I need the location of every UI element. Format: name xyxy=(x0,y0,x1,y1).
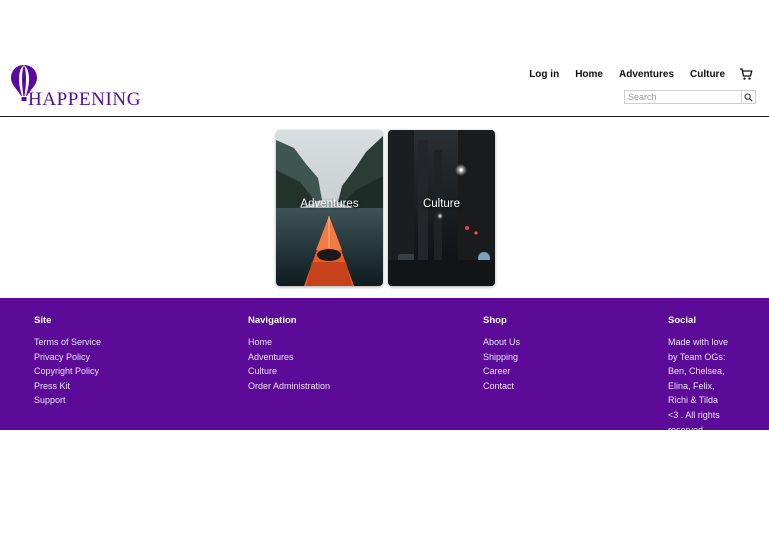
card-adventures[interactable]: Adventures xyxy=(276,130,383,286)
footer-link[interactable]: Support xyxy=(34,393,101,408)
magnifier-icon xyxy=(744,92,753,102)
card-label: Culture xyxy=(422,198,461,210)
footer-link[interactable]: Press Kit xyxy=(34,379,101,394)
card-culture[interactable]: Culture xyxy=(388,130,495,286)
search-input[interactable] xyxy=(625,91,741,103)
footer-link[interactable]: Adventures xyxy=(248,350,330,365)
search-box xyxy=(624,90,756,104)
card-label: Adventures xyxy=(300,198,359,210)
footer-credit-line: Elina, Felix, xyxy=(668,380,715,391)
footer-link[interactable]: Shipping xyxy=(483,350,520,365)
footer-navigation-column: Navigation Home Adventures Culture Order… xyxy=(248,315,330,393)
logo[interactable]: HAPPENING xyxy=(10,64,150,110)
footer-link[interactable]: Order Administration xyxy=(248,379,330,394)
footer-site-column: Site Terms of Service Privacy Policy Cop… xyxy=(34,315,101,408)
footer-link[interactable]: Career xyxy=(483,364,520,379)
footer-link[interactable]: Copyright Policy xyxy=(34,364,101,379)
footer-social-column: Social Made with love by Team OGs: Ben, … xyxy=(668,315,732,430)
footer-heading: Social xyxy=(668,315,696,326)
footer-credit-line: reserved xyxy=(668,424,704,430)
nav-login[interactable]: Log in xyxy=(529,69,559,80)
footer-credit-line: Made with love xyxy=(668,337,729,347)
footer-link[interactable]: Culture xyxy=(248,364,330,379)
footer-link[interactable]: Privacy Policy xyxy=(34,350,101,365)
footer-link[interactable]: About Us xyxy=(483,335,520,350)
category-cards: Adventures Culture xyxy=(276,130,495,286)
nav-home[interactable]: Home xyxy=(575,69,603,80)
top-nav: Log in Home Adventures Culture xyxy=(513,67,753,81)
cart-icon[interactable] xyxy=(739,67,753,81)
footer-heading: Shop xyxy=(483,315,507,326)
nav-culture[interactable]: Culture xyxy=(690,69,725,80)
brand-name: HAPPENING xyxy=(28,89,142,110)
footer-credit-line: Richi & Tilda xyxy=(668,395,719,406)
footer-link[interactable]: Home xyxy=(248,335,330,350)
footer-credit-line: <3 . All rights xyxy=(668,409,720,420)
footer-heading: Navigation xyxy=(248,315,297,326)
footer: Site Terms of Service Privacy Policy Cop… xyxy=(0,298,769,430)
nav-adventures[interactable]: Adventures xyxy=(619,69,674,80)
search-button[interactable] xyxy=(741,91,755,103)
footer-link[interactable]: Contact xyxy=(483,379,520,394)
header: HAPPENING Log in Home Adventures Culture xyxy=(0,0,769,117)
footer-shop-column: Shop About Us Shipping Career Contact xyxy=(483,315,520,393)
footer-credit-line: Ben, Chelsea, xyxy=(668,366,725,377)
footer-link[interactable]: Terms of Service xyxy=(34,335,101,350)
footer-credit-line: by Team OGs: xyxy=(668,351,726,362)
footer-heading: Site xyxy=(34,315,52,326)
